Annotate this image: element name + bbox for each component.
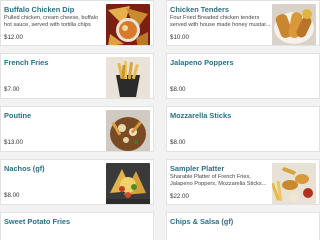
- item-title: Chicken Tenders: [170, 5, 230, 14]
- food-photo-icon: [272, 163, 316, 204]
- menu-item-card[interactable]: Sweet Potato Fries: [0, 212, 154, 240]
- menu-item-card[interactable]: Sampler Platter Sharable Platter of Fren…: [166, 159, 320, 205]
- food-photo-icon: [106, 4, 150, 45]
- item-description: Pulled chicken, cream cheese, buffalo ho…: [4, 15, 99, 28]
- menu-item-card[interactable]: Buffalo Chicken Dip Pulled chicken, crea…: [0, 0, 154, 46]
- food-photo-icon: [106, 163, 150, 204]
- menu-item-card[interactable]: Chips & Salsa (gf): [166, 212, 320, 240]
- item-title: Jalapeno Poppers: [170, 58, 234, 67]
- item-price: $8.00: [170, 86, 186, 93]
- item-description: Sharable Platter of French Fries, Jalape…: [170, 174, 267, 187]
- item-title: Buffalo Chicken Dip: [4, 5, 75, 14]
- item-price: $13.00: [4, 139, 23, 146]
- item-price: $8.00: [4, 192, 20, 199]
- menu-item-card[interactable]: Poutine $13.00: [0, 106, 154, 152]
- menu-grid: Buffalo Chicken Dip Pulled chicken, crea…: [0, 0, 320, 240]
- food-photo-icon: [272, 4, 316, 45]
- menu-item-card[interactable]: Mozzarella Sticks $8.00: [166, 106, 320, 152]
- menu-item-card[interactable]: French Fries $7.00: [0, 53, 154, 99]
- menu-item-card[interactable]: Nachos (gf) $8.00: [0, 159, 154, 205]
- item-title: Poutine: [4, 111, 32, 120]
- item-description: Four Fried Breaded chicken tenders serve…: [170, 15, 271, 28]
- food-photo-icon: [106, 110, 150, 151]
- item-title: French Fries: [4, 58, 49, 67]
- item-title: Mozzarella Sticks: [170, 111, 232, 120]
- item-title: Sweet Potato Fries: [4, 217, 71, 226]
- item-price: $22.00: [170, 193, 189, 200]
- food-photo-icon: [106, 57, 150, 98]
- menu-item-card[interactable]: Jalapeno Poppers $8.00: [166, 53, 320, 99]
- item-title: Nachos (gf): [4, 164, 45, 173]
- item-title: Sampler Platter: [170, 164, 225, 173]
- item-price: $8.00: [170, 139, 186, 146]
- item-price: $12.00: [4, 34, 23, 41]
- item-price: $10.00: [170, 34, 189, 41]
- item-price: $7.00: [4, 86, 20, 93]
- item-title: Chips & Salsa (gf): [170, 217, 234, 226]
- menu-item-card[interactable]: Chicken Tenders Four Fried Breaded chick…: [166, 0, 320, 46]
